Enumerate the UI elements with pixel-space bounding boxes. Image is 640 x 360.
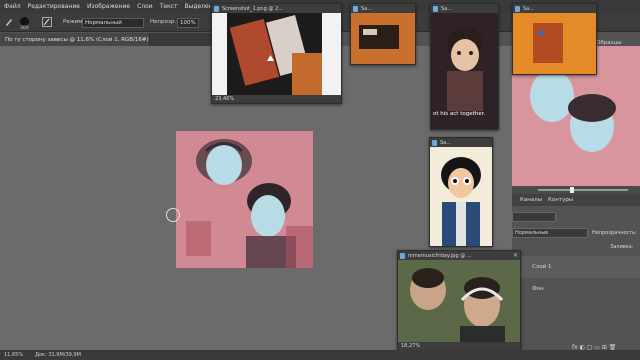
- brush-tool-icon[interactable]: [4, 17, 14, 27]
- float-window-cartoon[interactable]: Sa...: [429, 137, 493, 247]
- file-icon: [432, 140, 437, 146]
- layer-fill-label: Заливка:: [610, 244, 634, 250]
- brush-size-label: 300: [20, 26, 29, 31]
- window-image: [430, 147, 492, 246]
- float-window-small-2[interactable]: Sa... ot his act together.: [430, 3, 499, 130]
- layer-row-1[interactable]: Слой 1: [512, 256, 640, 278]
- float-window-music[interactable]: mmemusicfriday.jpg @ ... ✕ 18,27%: [397, 250, 521, 351]
- panel-tabs: Каналы Контуры: [512, 194, 640, 206]
- layer-opacity-label: Непрозрачность:: [592, 230, 637, 236]
- file-icon: [353, 6, 358, 12]
- main-canvas-image[interactable]: [176, 131, 313, 268]
- blend-mode-select[interactable]: Нормальный: [82, 18, 144, 28]
- screenshot-image: [212, 13, 341, 95]
- subtitle-caption: ot his act together.: [433, 111, 486, 117]
- float-window-small-1[interactable]: Sa...: [350, 3, 416, 65]
- tab-strip: [150, 33, 212, 46]
- status-bar: 11,65% Док: 31,9М/39,9М: [0, 350, 640, 360]
- zoom-readout: 18,27%: [398, 342, 520, 350]
- menu-file[interactable]: Файл: [4, 3, 21, 10]
- right-panels: Каналы Контуры Нормальные Непрозрачность…: [512, 46, 640, 352]
- layer-name: Слой 1: [532, 264, 552, 270]
- tab-swatches[interactable]: Образцы: [596, 40, 622, 46]
- float-window-screenshot[interactable]: Screenshot_1.png @ 2... 23,46%: [211, 3, 342, 104]
- layer-name-bg: Фон: [532, 286, 544, 292]
- menu-type[interactable]: Текст: [160, 3, 178, 10]
- zoom-readout: 23,46%: [212, 95, 341, 103]
- opacity-input[interactable]: 100%: [177, 18, 199, 28]
- menu-image[interactable]: Изображение: [87, 3, 130, 10]
- photoshop-window: Файл Редактирование Изображение Слои Тек…: [0, 0, 640, 360]
- menu-layers[interactable]: Слои: [137, 3, 153, 10]
- window-image: [351, 13, 415, 64]
- file-icon: [433, 6, 438, 12]
- menu-edit[interactable]: Редактирование: [28, 3, 80, 10]
- zoom-status[interactable]: 11,65%: [4, 352, 23, 358]
- file-icon: [400, 253, 405, 259]
- document-tab[interactable]: По ту сторону завесы @ 11,6% (Слой 1, RG…: [0, 33, 154, 46]
- file-icon: [515, 6, 520, 12]
- brush-settings-icon[interactable]: [42, 17, 52, 27]
- tab-paths[interactable]: Контуры: [548, 197, 573, 203]
- window-image: ot his act together.: [431, 13, 498, 129]
- tab-channels[interactable]: Каналы: [520, 197, 542, 203]
- brush-cursor: [166, 208, 180, 222]
- doc-size-status: Док: 31,9М/39,9М: [35, 352, 81, 358]
- float-window-small-3[interactable]: Sa...: [512, 3, 597, 75]
- layer-row-background[interactable]: Фон: [512, 278, 640, 300]
- brush-preset-picker[interactable]: [20, 17, 29, 26]
- close-icon[interactable]: ✕: [513, 252, 518, 259]
- file-icon: [214, 6, 219, 12]
- document-tab-title: По ту сторону завесы @ 11,6% (Слой 1, RG…: [5, 36, 154, 43]
- layer-mode-select[interactable]: Нормальные: [512, 228, 588, 238]
- layer-filter-select[interactable]: [512, 212, 556, 222]
- window-image: [513, 13, 596, 74]
- window-image: [398, 260, 520, 342]
- opacity-label: Непрозр.:: [150, 19, 178, 25]
- zoom-slider[interactable]: [512, 186, 640, 194]
